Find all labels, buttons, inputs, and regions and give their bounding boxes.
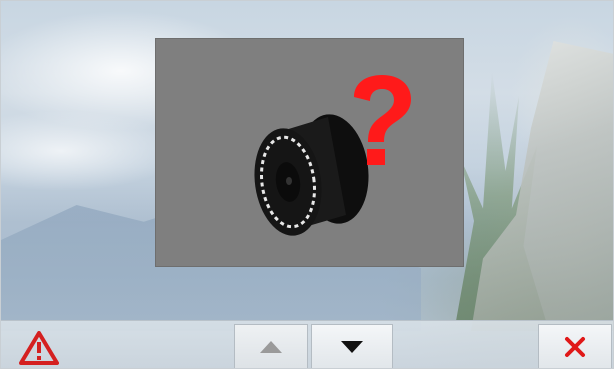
screen xyxy=(0,0,614,369)
warning-indicator xyxy=(17,329,61,367)
scroll-up-button[interactable] xyxy=(234,324,308,368)
triangle-up-icon xyxy=(260,341,282,353)
dialog-graphic xyxy=(254,75,411,236)
close-x-icon xyxy=(565,337,585,357)
close-button[interactable] xyxy=(538,324,612,368)
bottom-toolbar xyxy=(1,320,613,368)
triangle-down-icon xyxy=(341,341,363,353)
message-dialog xyxy=(155,38,464,267)
thread-spool-unknown-icon xyxy=(254,114,369,236)
warning-triangle-icon xyxy=(19,331,59,365)
scroll-down-button[interactable] xyxy=(311,324,393,368)
